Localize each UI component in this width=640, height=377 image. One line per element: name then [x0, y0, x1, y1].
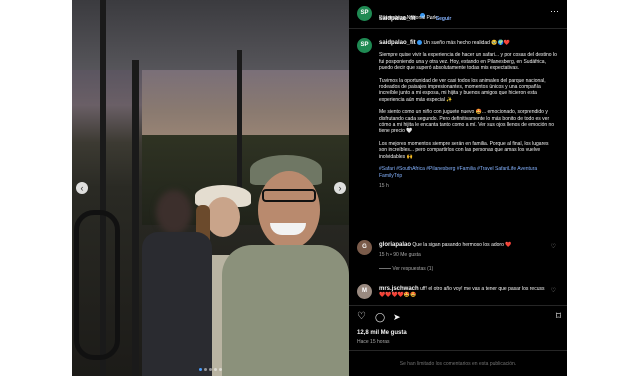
chevron-left-icon: ‹: [80, 183, 84, 193]
commenter-username[interactable]: gloriapalao: [379, 242, 411, 248]
post-caption: saidpalao_fit Un sueño más hecho realida…: [379, 40, 557, 195]
post-modal: ‹ › SP saidpalao_fit • Seguir Pilanesber…: [72, 0, 567, 376]
carousel-dot: [199, 368, 202, 371]
carousel-prev-button[interactable]: ‹: [76, 182, 88, 194]
post-photo[interactable]: ‹ ›: [72, 0, 349, 376]
vehicle-pillar: [132, 60, 139, 376]
caption-paragraph: Siempre quise vivir la experiencia de ha…: [379, 52, 557, 72]
comment-like-icon[interactable]: ♡: [551, 287, 556, 294]
post-header: SP saidpalao_fit • Seguir Pilanesberg Na…: [349, 0, 567, 29]
caption-hashtags[interactable]: #Safari #SouthAfrica #Pilanesberg #Famil…: [379, 166, 557, 179]
post-time: Hace 15 horas: [357, 339, 390, 345]
comment-icon[interactable]: ◯: [375, 312, 385, 322]
caption-age: 15 h: [379, 182, 389, 189]
vehicle-roof: [72, 0, 349, 70]
carousel-dot: [204, 368, 207, 371]
post-actions: ♡ ◯ ➤ ⌑: [357, 312, 561, 324]
like-icon[interactable]: ♡: [357, 312, 366, 322]
save-icon[interactable]: ⌑: [556, 312, 561, 322]
carousel-dot: [214, 368, 217, 371]
caption-username[interactable]: saidpalao_fit: [379, 40, 416, 46]
comment-age: 15 h: [379, 252, 389, 258]
view-replies-label: Ver respuestas (1): [392, 266, 434, 272]
comment-like-icon[interactable]: ♡: [551, 243, 556, 250]
steering-wheel: [74, 210, 120, 360]
carousel-dot: [209, 368, 212, 371]
share-icon[interactable]: ➤: [393, 312, 401, 322]
divider: [349, 305, 567, 306]
caption-paragraph: Los mejores momentos siempre serán en fa…: [379, 140, 549, 160]
replies-line: [379, 268, 391, 270]
separator-dot: •: [390, 252, 392, 258]
sunset-sky: [142, 70, 349, 140]
view-replies-button[interactable]: Ver respuestas (1): [379, 266, 433, 272]
post-side-panel: SP saidpalao_fit • Seguir Pilanesberg Na…: [349, 0, 567, 376]
likes-count[interactable]: 12,8 mil Me gusta: [357, 330, 407, 336]
follow-button[interactable]: Seguir: [436, 16, 452, 22]
author-avatar[interactable]: SP: [357, 6, 372, 21]
carousel-indicator: [72, 368, 349, 371]
caption-paragraph: Tuvimos la oportunidad de ver casi todos…: [379, 77, 546, 103]
comments-limited-notice: Se han limitado los comentarios en esta …: [349, 350, 567, 377]
commenter-avatar[interactable]: M: [357, 284, 372, 299]
person-girl: [142, 190, 212, 376]
chevron-right-icon: ›: [338, 183, 342, 193]
person-man: [222, 155, 349, 376]
more-options-icon[interactable]: ⋯: [550, 6, 559, 17]
caption-avatar[interactable]: SP: [357, 38, 372, 53]
comment-likes[interactable]: 90 Me gusta: [393, 252, 421, 258]
caption-title: Un sueño más hecho realidad 🥹🌍❤️: [423, 40, 510, 46]
caption-paragraph: Me siento como un niño con juguete nuevo…: [379, 109, 555, 135]
post-location[interactable]: Pilanesberg National Park: [379, 15, 437, 21]
verified-icon: [417, 40, 423, 46]
carousel-next-button[interactable]: ›: [334, 182, 346, 194]
commenter-avatar[interactable]: G: [357, 240, 372, 255]
carousel-dot: [219, 368, 222, 371]
comment-text: Que la sigan pasando hermoso los adoro ❤…: [412, 242, 512, 248]
